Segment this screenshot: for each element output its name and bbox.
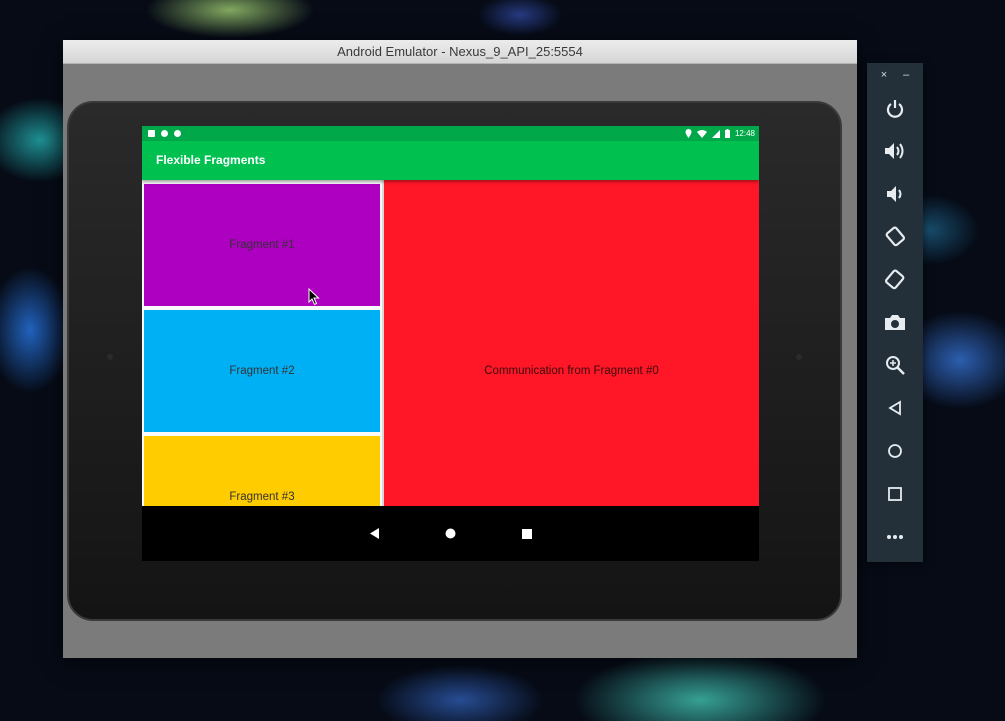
back-nav-button[interactable] xyxy=(369,528,381,540)
overview-button[interactable] xyxy=(881,480,909,508)
overview-nav-button[interactable] xyxy=(521,528,533,540)
signal-icon xyxy=(711,129,720,138)
volume-up-button[interactable] xyxy=(881,137,909,165)
back-button[interactable] xyxy=(881,394,909,422)
power-button[interactable] xyxy=(881,95,909,123)
notification-icon xyxy=(174,130,181,137)
fragment-3-item[interactable]: Fragment #3 xyxy=(144,436,380,506)
home-nav-button[interactable] xyxy=(445,528,457,540)
rotate-right-button[interactable] xyxy=(881,265,909,293)
screenshot-button[interactable] xyxy=(881,308,909,336)
fragment-1-item[interactable]: Fragment #1 xyxy=(144,184,380,306)
device-screen[interactable]: 12:48 Flexible Fragments Fragment #1 Fra… xyxy=(142,126,759,561)
overview-icon xyxy=(888,487,902,501)
rotate-right-icon xyxy=(884,269,905,290)
zoom-button[interactable] xyxy=(881,351,909,379)
home-circle-icon xyxy=(445,528,456,539)
home-button[interactable] xyxy=(881,437,909,465)
home-icon xyxy=(888,444,902,458)
volume-down-button[interactable] xyxy=(881,180,909,208)
zoom-icon xyxy=(886,356,905,375)
back-triangle-icon xyxy=(369,528,379,539)
rotate-left-button[interactable] xyxy=(881,222,909,250)
status-bar: 12:48 xyxy=(142,126,759,141)
tablet-sensor-left xyxy=(107,354,113,360)
volume-up-icon xyxy=(885,143,904,159)
camera-icon xyxy=(885,315,905,330)
nav-bar xyxy=(142,506,759,561)
overview-square-icon xyxy=(521,528,532,539)
fragment-2-label: Fragment #2 xyxy=(229,365,295,377)
wifi-icon xyxy=(696,129,707,138)
more-button[interactable] xyxy=(881,523,909,551)
location-icon xyxy=(685,129,692,138)
app-content: Fragment #1 Fragment #2 Fragment #3 Comm… xyxy=(142,180,759,561)
status-time: 12:48 xyxy=(734,129,755,138)
notification-icon xyxy=(148,130,155,137)
volume-down-icon xyxy=(887,186,902,202)
rotate-left-icon xyxy=(885,226,906,247)
detail-text: Communication from Fragment #0 xyxy=(484,364,659,377)
emulator-window: Android Emulator - Nexus_9_API_25:5554 1… xyxy=(63,40,857,658)
power-icon xyxy=(886,100,904,118)
fragment-1-label: Fragment #1 xyxy=(229,239,295,251)
app-title: Flexible Fragments xyxy=(142,141,759,180)
more-icon xyxy=(887,535,903,539)
detail-pane: Communication from Fragment #0 xyxy=(384,180,759,561)
fragment-list[interactable]: Fragment #1 Fragment #2 Fragment #3 xyxy=(142,180,382,506)
fragment-2-item[interactable]: Fragment #2 xyxy=(144,310,380,432)
notification-icon xyxy=(161,130,168,137)
battery-icon xyxy=(724,129,730,138)
back-icon xyxy=(888,400,901,416)
emulator-toolbar: × – xyxy=(867,63,923,562)
window-title: Android Emulator - Nexus_9_API_25:5554 xyxy=(63,40,857,64)
mouse-cursor-icon xyxy=(308,288,320,306)
toolbar-minimize-button[interactable]: – xyxy=(903,69,909,81)
tablet-sensor-right xyxy=(796,354,802,360)
toolbar-close-button[interactable]: × xyxy=(881,69,887,81)
fragment-3-label: Fragment #3 xyxy=(229,491,295,503)
